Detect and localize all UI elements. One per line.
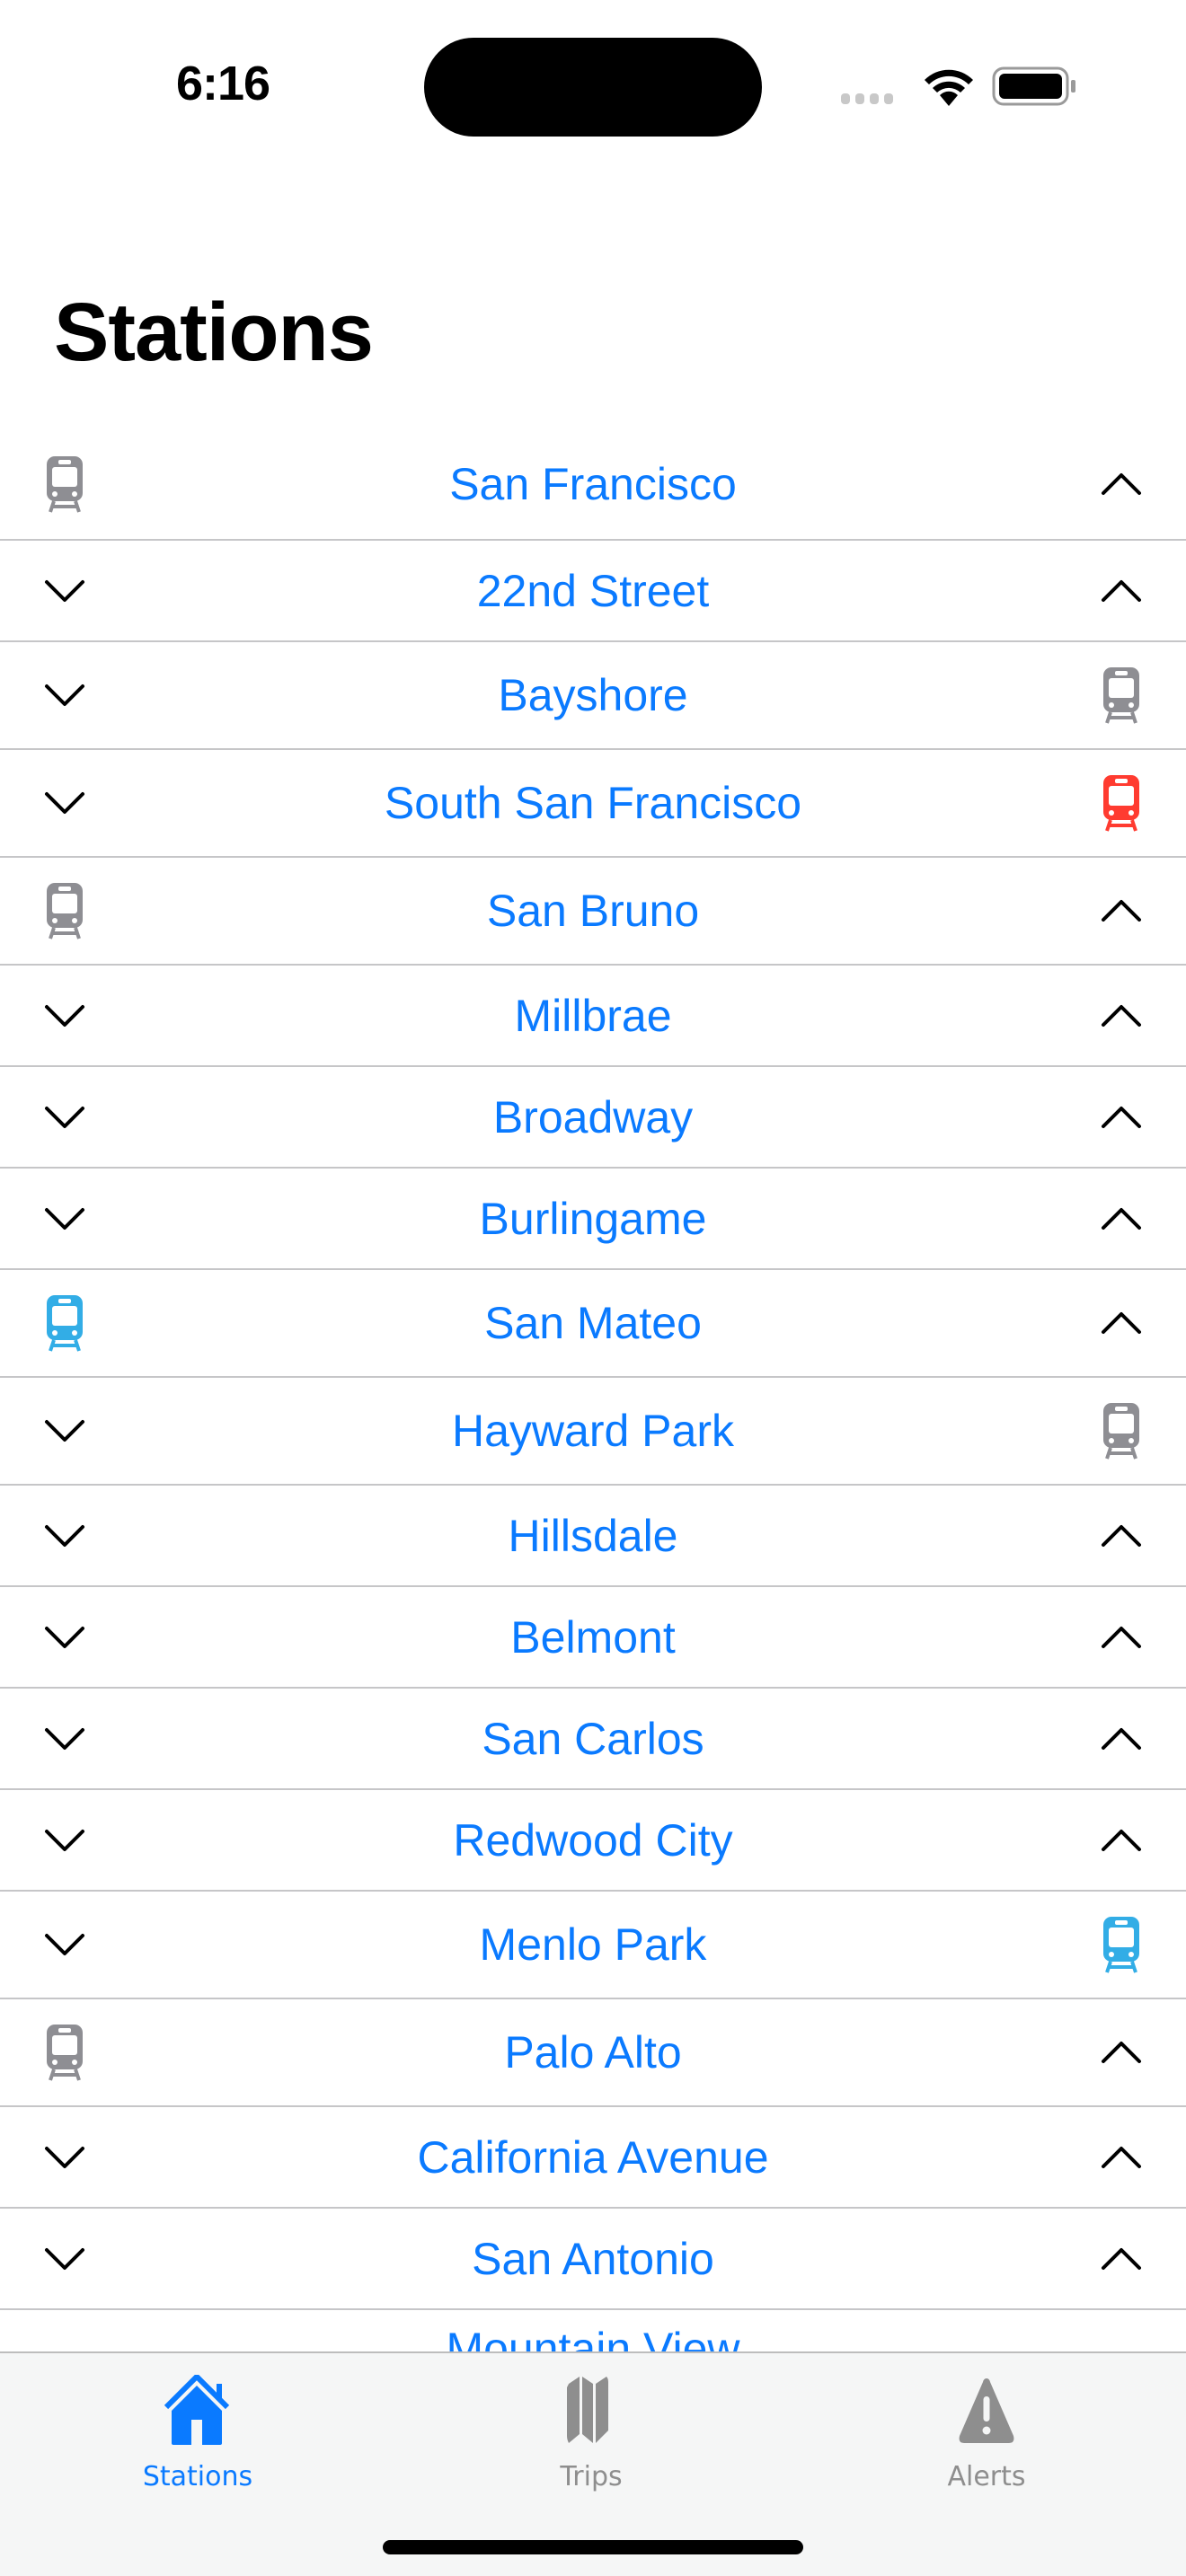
chevron-up-icon[interactable] bbox=[1085, 1067, 1157, 1167]
chevron-down-icon[interactable] bbox=[29, 1378, 101, 1484]
chevron-up-icon[interactable] bbox=[1085, 429, 1157, 539]
train-icon-gray bbox=[29, 1999, 101, 2105]
status-bar: 6:16 bbox=[0, 0, 1186, 162]
tab-label: Trips bbox=[560, 2461, 623, 2492]
train-icon-red bbox=[1085, 750, 1157, 856]
chevron-up-icon[interactable] bbox=[1085, 1486, 1157, 1585]
list-item[interactable]: San Carlos bbox=[0, 1689, 1186, 1790]
tab-label: Stations bbox=[142, 2461, 253, 2492]
house-icon bbox=[164, 2375, 230, 2445]
chevron-down-icon[interactable] bbox=[29, 1689, 101, 1788]
station-name[interactable]: Millbrae bbox=[514, 990, 671, 1042]
station-name[interactable]: Hillsdale bbox=[509, 1510, 678, 1562]
train-icon-gray bbox=[29, 429, 101, 539]
station-name[interactable]: Menlo Park bbox=[480, 1919, 707, 1971]
chevron-up-icon[interactable] bbox=[1085, 858, 1157, 964]
train-icon-blue bbox=[29, 1270, 101, 1376]
list-item[interactable]: Redwood City bbox=[0, 1790, 1186, 1892]
list-item[interactable]: Belmont bbox=[0, 1587, 1186, 1689]
list-item[interactable]: Bayshore bbox=[0, 642, 1186, 750]
chevron-down-icon[interactable] bbox=[29, 541, 101, 640]
battery-icon bbox=[992, 66, 1075, 106]
station-name[interactable]: San Antonio bbox=[472, 2233, 714, 2285]
list-item[interactable]: California Avenue bbox=[0, 2107, 1186, 2209]
station-list: San Francisco 22nd Street Bayshore South Sa… bbox=[0, 429, 1186, 2310]
list-item[interactable]: San Bruno bbox=[0, 858, 1186, 966]
warning-icon bbox=[959, 2378, 1014, 2443]
station-name[interactable]: California Avenue bbox=[417, 2131, 768, 2183]
chevron-up-icon[interactable] bbox=[1085, 1999, 1157, 2105]
chevron-down-icon[interactable] bbox=[29, 2107, 101, 2207]
tab-stations[interactable]: Stations bbox=[108, 2375, 288, 2492]
list-item-partial[interactable]: Mountain View bbox=[0, 2316, 1186, 2351]
list-item[interactable]: San Antonio bbox=[0, 2209, 1186, 2310]
map-icon bbox=[567, 2377, 608, 2443]
chevron-up-icon[interactable] bbox=[1085, 1169, 1157, 1268]
chevron-down-icon[interactable] bbox=[29, 1892, 101, 1998]
chevron-up-icon[interactable] bbox=[1085, 966, 1157, 1065]
wifi-icon bbox=[925, 69, 973, 106]
tab-trips[interactable]: Trips bbox=[501, 2375, 681, 2492]
tab-alerts[interactable]: Alerts bbox=[897, 2375, 1076, 2492]
tab-label: Alerts bbox=[947, 2461, 1026, 2492]
station-name[interactable]: Mountain View bbox=[0, 2323, 1186, 2351]
chevron-up-icon[interactable] bbox=[1085, 2209, 1157, 2308]
chevron-down-icon[interactable] bbox=[29, 1587, 101, 1687]
train-icon-blue bbox=[1085, 1892, 1157, 1998]
chevron-down-icon[interactable] bbox=[29, 1169, 101, 1268]
list-item[interactable]: Broadway bbox=[0, 1067, 1186, 1169]
chevron-down-icon[interactable] bbox=[29, 2209, 101, 2308]
train-icon-gray bbox=[29, 858, 101, 964]
page-title: Stations bbox=[54, 287, 374, 378]
list-item[interactable]: Millbrae bbox=[0, 966, 1186, 1067]
station-name[interactable]: South San Francisco bbox=[385, 777, 801, 829]
list-item[interactable]: Hillsdale bbox=[0, 1486, 1186, 1587]
chevron-up-icon[interactable] bbox=[1085, 1689, 1157, 1788]
station-name[interactable]: Palo Alto bbox=[504, 2026, 681, 2078]
station-name[interactable]: San Bruno bbox=[487, 885, 699, 937]
list-item[interactable]: South San Francisco bbox=[0, 750, 1186, 858]
list-item[interactable]: San Mateo bbox=[0, 1270, 1186, 1378]
list-item[interactable]: Burlingame bbox=[0, 1169, 1186, 1270]
list-item[interactable]: 22nd Street bbox=[0, 541, 1186, 642]
chevron-down-icon[interactable] bbox=[29, 750, 101, 856]
chevron-down-icon[interactable] bbox=[29, 1790, 101, 1890]
train-icon-gray bbox=[1085, 642, 1157, 748]
chevron-up-icon[interactable] bbox=[1085, 1270, 1157, 1376]
station-name[interactable]: San Francisco bbox=[449, 458, 737, 510]
dynamic-island bbox=[424, 38, 762, 137]
chevron-up-icon[interactable] bbox=[1085, 2107, 1157, 2207]
list-item[interactable]: San Francisco bbox=[0, 429, 1186, 541]
station-name[interactable]: Burlingame bbox=[480, 1193, 707, 1245]
station-name[interactable]: San Mateo bbox=[484, 1297, 702, 1349]
list-item[interactable]: Palo Alto bbox=[0, 1999, 1186, 2107]
list-item[interactable]: Menlo Park bbox=[0, 1892, 1186, 1999]
chevron-down-icon[interactable] bbox=[29, 642, 101, 748]
station-name[interactable]: San Carlos bbox=[482, 1713, 704, 1765]
chevron-up-icon[interactable] bbox=[1085, 1587, 1157, 1687]
train-icon-gray bbox=[1085, 1378, 1157, 1484]
station-name[interactable]: Bayshore bbox=[498, 669, 687, 721]
station-name[interactable]: Broadway bbox=[493, 1091, 693, 1143]
list-item[interactable]: Hayward Park bbox=[0, 1378, 1186, 1486]
station-name[interactable]: 22nd Street bbox=[477, 565, 710, 617]
chevron-up-icon[interactable] bbox=[1085, 1790, 1157, 1890]
station-name[interactable]: Redwood City bbox=[453, 1814, 732, 1866]
station-name[interactable]: Belmont bbox=[510, 1611, 675, 1663]
chevron-down-icon[interactable] bbox=[29, 966, 101, 1065]
chevron-up-icon[interactable] bbox=[1085, 541, 1157, 640]
chevron-down-icon[interactable] bbox=[29, 1067, 101, 1167]
status-time: 6:16 bbox=[176, 57, 270, 110]
cellular-signal-icon bbox=[841, 93, 893, 104]
station-name[interactable]: Hayward Park bbox=[452, 1405, 734, 1457]
chevron-down-icon[interactable] bbox=[29, 1486, 101, 1585]
home-indicator bbox=[383, 2540, 803, 2554]
